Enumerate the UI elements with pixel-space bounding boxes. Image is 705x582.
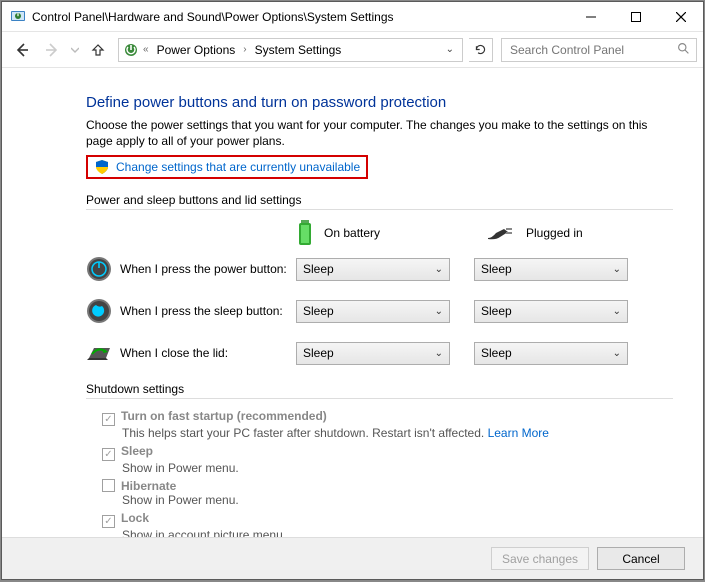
checkbox-icon — [102, 413, 115, 426]
power-button-battery-select[interactable]: Sleep⌄ — [296, 258, 450, 281]
lock-checkbox: Lock Show in account picture menu. — [102, 511, 673, 537]
refresh-button[interactable] — [469, 38, 493, 62]
address-bar[interactable]: « Power Options › System Settings ⌄ — [118, 38, 463, 62]
battery-icon — [296, 220, 314, 246]
up-button[interactable] — [84, 36, 112, 64]
power-button-icon — [86, 256, 112, 282]
search-input[interactable] — [508, 42, 677, 58]
minimize-button[interactable] — [568, 2, 613, 31]
content-area: Define power buttons and turn on passwor… — [2, 68, 703, 537]
sleep-button-battery-select[interactable]: Sleep⌄ — [296, 300, 450, 323]
lid-label: When I close the lid: — [120, 346, 296, 360]
address-dropdown-icon[interactable]: ⌄ — [442, 44, 458, 55]
shutdown-section-label: Shutdown settings — [86, 382, 673, 396]
search-icon — [677, 42, 690, 58]
back-button[interactable] — [8, 36, 36, 64]
sleep-button-row: When I press the sleep button: Sleep⌄ Sl… — [86, 298, 673, 324]
chevron-down-icon: ⌄ — [613, 306, 621, 317]
lid-battery-select[interactable]: Sleep⌄ — [296, 342, 450, 365]
uac-change-settings-link[interactable]: Change settings that are currently unava… — [86, 155, 368, 179]
plugged-in-label: Plugged in — [526, 226, 583, 240]
laptop-lid-icon — [86, 340, 112, 366]
checkbox-icon — [102, 515, 115, 528]
forward-button[interactable] — [38, 36, 66, 64]
power-button-label: When I press the power button: — [120, 262, 296, 276]
sleep-button-plugged-select[interactable]: Sleep⌄ — [474, 300, 628, 323]
fast-startup-checkbox: Turn on fast startup (recommended) This … — [102, 409, 673, 440]
save-button: Save changes — [491, 547, 589, 570]
window-title: Control Panel\Hardware and Sound\Power O… — [32, 10, 394, 24]
window: Control Panel\Hardware and Sound\Power O… — [1, 1, 704, 580]
search-box[interactable] — [501, 38, 697, 62]
on-battery-label: On battery — [324, 226, 380, 240]
maximize-button[interactable] — [613, 2, 658, 31]
chevron-down-icon: ⌄ — [435, 264, 443, 275]
footer: Save changes Cancel — [2, 537, 703, 579]
checkbox-icon — [102, 448, 115, 461]
learn-more-link[interactable]: Learn More — [488, 426, 549, 440]
power-button-plugged-select[interactable]: Sleep⌄ — [474, 258, 628, 281]
page-title: Define power buttons and turn on passwor… — [86, 94, 673, 111]
breadcrumb-system-settings[interactable]: System Settings — [251, 41, 346, 59]
chevron-down-icon: ⌄ — [613, 264, 621, 275]
page-description: Choose the power settings that you want … — [86, 117, 673, 149]
close-button[interactable] — [658, 2, 703, 31]
cancel-button[interactable]: Cancel — [597, 547, 685, 570]
navbar: « Power Options › System Settings ⌄ — [2, 32, 703, 68]
recent-locations-button[interactable] — [68, 36, 82, 64]
control-panel-icon — [10, 9, 26, 25]
shield-icon — [94, 159, 110, 175]
breadcrumb-chevron-icon: « — [143, 44, 149, 55]
lid-plugged-select[interactable]: Sleep⌄ — [474, 342, 628, 365]
column-headers: On battery Plugged in — [296, 220, 673, 246]
titlebar: Control Panel\Hardware and Sound\Power O… — [2, 2, 703, 32]
chevron-right-icon: › — [243, 44, 246, 55]
lid-row: When I close the lid: Sleep⌄ Sleep⌄ — [86, 340, 673, 366]
hibernate-checkbox: Hibernate Show in Power menu. — [102, 479, 673, 507]
shutdown-section: Shutdown settings Turn on fast startup (… — [86, 382, 673, 537]
power-button-row: When I press the power button: Sleep⌄ Sl… — [86, 256, 673, 282]
chevron-down-icon: ⌄ — [435, 306, 443, 317]
checkbox-icon — [102, 479, 115, 492]
chevron-down-icon: ⌄ — [613, 348, 621, 359]
plug-icon — [486, 224, 516, 242]
uac-link-text[interactable]: Change settings that are currently unava… — [116, 160, 360, 174]
chevron-down-icon: ⌄ — [435, 348, 443, 359]
sleep-button-icon — [86, 298, 112, 324]
buttons-section-label: Power and sleep buttons and lid settings — [86, 193, 673, 207]
breadcrumb-power-options[interactable]: Power Options — [153, 41, 240, 59]
sleep-checkbox: Sleep Show in Power menu. — [102, 444, 673, 475]
sleep-button-label: When I press the sleep button: — [120, 304, 296, 318]
power-options-icon — [123, 42, 139, 58]
